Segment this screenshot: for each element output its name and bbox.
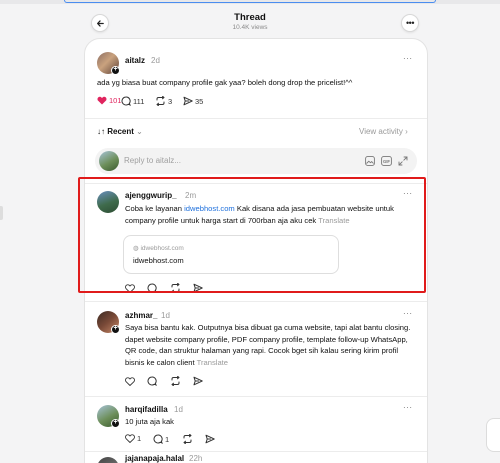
post-username[interactable]: aitalz (125, 56, 145, 65)
gif-icon[interactable]: GIF (381, 156, 392, 166)
thread-header: Thread 10.4K views ••• (0, 8, 500, 38)
sort-label: Recent (107, 127, 134, 136)
heart-icon (97, 96, 107, 105)
send-icon[interactable] (193, 376, 203, 386)
follow-plus-icon[interactable]: + (111, 66, 120, 75)
view-activity-label: View activity (359, 127, 403, 136)
sort-icon: ↓↑ (97, 127, 108, 136)
post-text: ada yg biasa buat company profile gak ya… (97, 78, 353, 87)
comment-button[interactable]: 111 (121, 96, 144, 106)
share-button[interactable]: 35 (183, 96, 203, 106)
chevron-down-icon: ⌄ (133, 127, 143, 136)
comment-count: 1 (165, 434, 170, 444)
reply-username[interactable]: harqifadilla (125, 405, 168, 414)
chevron-right-icon: › (402, 127, 408, 136)
reply-text: 10 juta aja kak (125, 417, 174, 426)
reply-text-body: Saya bisa bantu kak. Outputnya bisa dibu… (125, 323, 411, 367)
translate-link[interactable]: Translate (197, 358, 228, 367)
side-panel-tab[interactable] (486, 418, 500, 452)
reply-input[interactable]: Reply to aitalz... GIF (95, 148, 417, 174)
expand-icon[interactable] (398, 156, 408, 166)
avatar[interactable] (97, 457, 119, 463)
divider (85, 118, 427, 119)
browser-top-strip (0, 0, 500, 4)
reply-more-icon[interactable]: ··· (403, 403, 413, 412)
more-icon: ••• (406, 18, 414, 28)
reply-time: 1d (161, 311, 170, 320)
repost-count: 3 (168, 96, 173, 106)
share-count: 35 (195, 96, 204, 106)
reply-username[interactable]: jajanapaja.halal (125, 454, 184, 463)
comment-count: 111 (133, 96, 145, 106)
post-more-icon[interactable]: ··· (403, 54, 413, 63)
like-count: 1 (137, 434, 142, 443)
repost-icon[interactable] (182, 434, 193, 444)
divider (85, 396, 427, 397)
view-count: 10.4K views (232, 24, 268, 31)
repost-icon (156, 96, 165, 106)
send-icon (183, 96, 193, 106)
highlight-box (78, 177, 426, 293)
page-title: Thread (234, 12, 266, 23)
reply-text: Saya bisa bantu kak. Outputnya bisa dibu… (125, 322, 419, 368)
more-options-button[interactable]: ••• (401, 14, 419, 32)
svg-text:GIF: GIF (383, 159, 390, 164)
image-icon[interactable] (365, 156, 375, 166)
heart-icon (125, 434, 135, 443)
comment-icon (121, 96, 131, 106)
divider (85, 301, 427, 302)
like-count: 101 (109, 96, 122, 105)
like-button[interactable]: 1 (125, 434, 141, 443)
reply-username[interactable]: azhmar_ (125, 311, 157, 320)
view-activity-link[interactable]: View activity › (359, 127, 408, 136)
left-edge-tab (0, 206, 3, 220)
sort-dropdown[interactable]: ↓↑ Recent ⌄ (97, 127, 143, 136)
comment-icon[interactable] (147, 376, 157, 386)
reply-time: 1d (174, 405, 183, 414)
follow-plus-icon[interactable]: + (111, 325, 120, 334)
heart-icon[interactable] (125, 377, 135, 386)
repost-button[interactable]: 3 (155, 96, 172, 106)
comment-button[interactable]: 1 (153, 434, 169, 444)
divider (85, 451, 427, 452)
address-bar-outline (64, 0, 436, 3)
comment-icon (153, 434, 163, 444)
reply-time: 22h (189, 454, 203, 463)
reply-placeholder: Reply to aitalz... (124, 156, 181, 165)
like-button[interactable]: 101 (97, 96, 122, 105)
repost-icon[interactable] (170, 376, 181, 386)
reply-more-icon[interactable]: ··· (403, 309, 413, 318)
follow-plus-icon[interactable]: + (111, 419, 120, 428)
send-icon[interactable] (205, 434, 215, 444)
post-time: 2d (151, 56, 160, 65)
current-user-avatar (99, 151, 119, 171)
